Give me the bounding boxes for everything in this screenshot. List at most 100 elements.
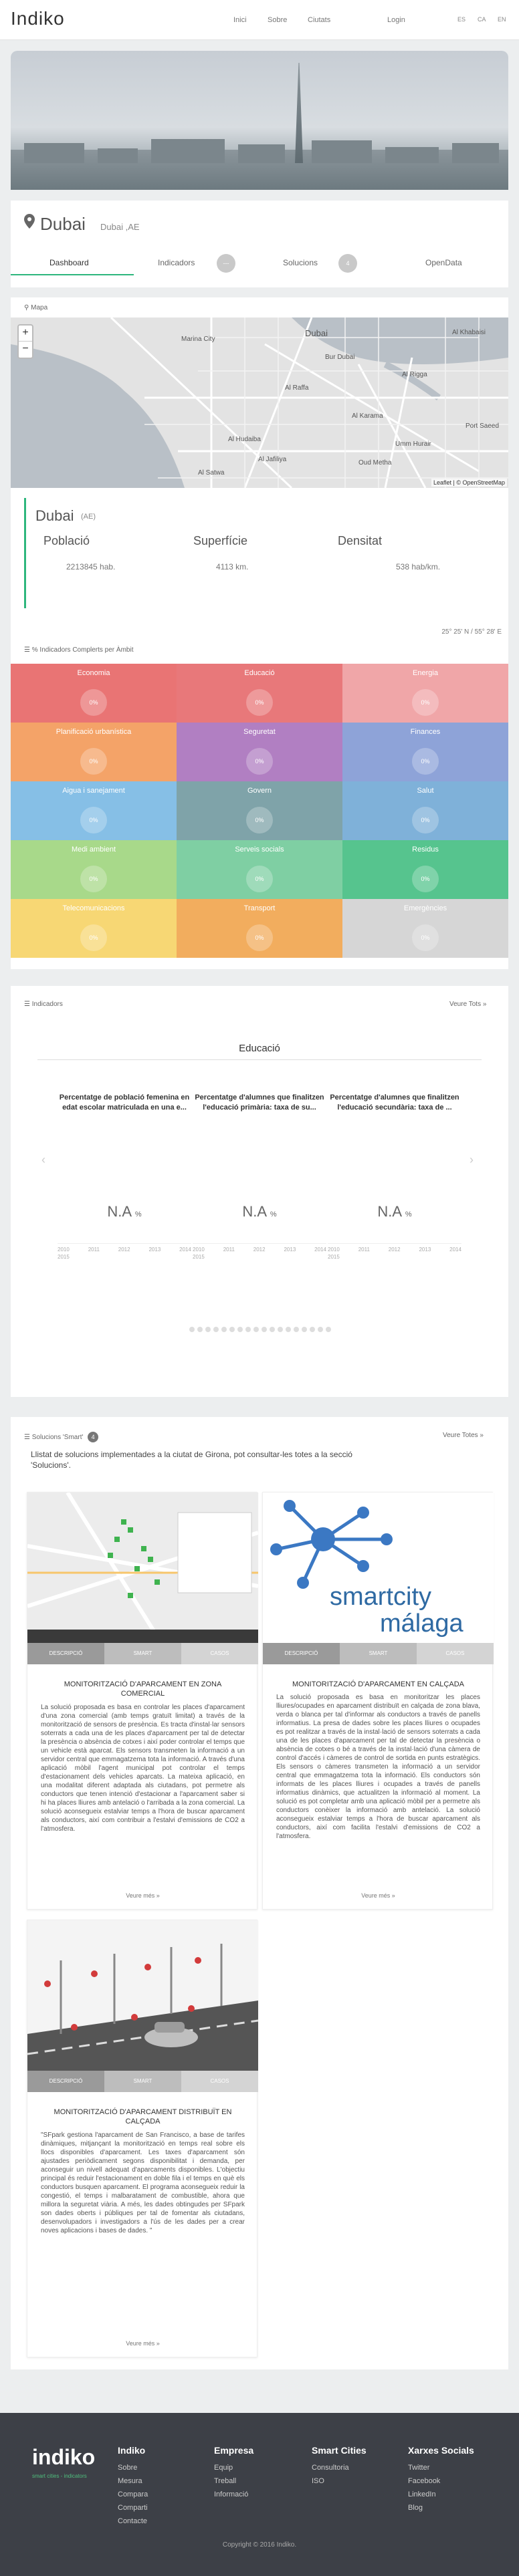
lang-es[interactable]: ES [457, 16, 465, 23]
footer-link[interactable]: Consultoria [312, 2461, 367, 2474]
area-tile[interactable]: Transport 0% [177, 899, 342, 958]
tab-solucions[interactable]: Solucions [283, 258, 318, 267]
carousel-dot[interactable] [221, 1327, 227, 1332]
footer-link[interactable]: LinkedIn [408, 2488, 474, 2501]
indicators-count-badge: --- [217, 254, 235, 273]
tag-smart[interactable]: SMART [104, 1643, 181, 1664]
carousel-dot[interactable] [326, 1327, 331, 1332]
tag-smart[interactable]: SMART [104, 2071, 181, 2092]
indicators-see-all[interactable]: Veure Tots » [449, 1001, 486, 1008]
carousel-dot[interactable] [253, 1327, 259, 1332]
svg-text:Umm Hurair: Umm Hurair [395, 440, 432, 448]
read-more-link[interactable]: Veure més » [27, 1892, 258, 1899]
area-tile[interactable]: Telecomunicacions 0% [11, 899, 177, 958]
nav-sobre[interactable]: Sobre [268, 16, 287, 24]
footer-link[interactable]: Twitter [408, 2461, 474, 2474]
footer-link[interactable]: Blog [408, 2501, 474, 2515]
indicator-column[interactable]: Percentatge d'alumnes que finalitzen l'e… [193, 1093, 326, 1126]
solution-description: La solució proposada es basa en monitori… [276, 1694, 480, 1840]
footer-link[interactable]: Compara [118, 2488, 148, 2501]
area-tile[interactable]: Seguretat 0% [177, 723, 342, 781]
footer-link[interactable]: Facebook [408, 2474, 474, 2488]
carousel-dot[interactable] [318, 1327, 323, 1332]
carousel-dot[interactable] [229, 1327, 235, 1332]
map-attribution[interactable]: Leaflet | © OpenStreetMap [431, 479, 507, 487]
lang-en[interactable]: EN [498, 16, 506, 23]
read-more-link[interactable]: Veure més » [27, 2340, 258, 2347]
solution-title: MONITORITZACIÓ D'APARCAMENT DISTRIBUÏT E… [54, 2108, 232, 2126]
footer-link[interactable]: Informació [214, 2488, 253, 2501]
footer-link[interactable]: Sobre [118, 2461, 148, 2474]
tag-description[interactable]: DESCRIPCIÓ [27, 2071, 104, 2092]
tab-indicadors[interactable]: Indicadors [158, 258, 195, 267]
tag-cases[interactable]: CASOS [181, 1643, 258, 1664]
area-tile[interactable]: Planificació urbanística 0% [11, 723, 177, 781]
city-map[interactable]: Marina City Dubai Bur Dubai Al Khabaisi … [11, 317, 508, 488]
carousel-dot[interactable] [237, 1327, 243, 1332]
area-tile[interactable]: Emergències 0% [342, 899, 508, 958]
solution-description: La solució proposada es basa en controla… [41, 1704, 245, 1833]
nav-inici[interactable]: Inici [233, 16, 247, 24]
carousel-dot[interactable] [310, 1327, 315, 1332]
solution-card[interactable]: DESCRIPCIÓ SMART CASOS MONITORITZACIÓ D'… [27, 1920, 258, 2357]
read-more-link[interactable]: Veure més » [263, 1892, 494, 1899]
indicator-value: N.A % [58, 1203, 191, 1220]
city-stats: Dubai (AE) Població Superfície Densitat … [24, 498, 492, 608]
carousel-dot[interactable] [278, 1327, 283, 1332]
footer-link[interactable]: ISO [312, 2474, 367, 2488]
indicator-column[interactable]: Percentatge d'alumnes que finalitzen l'e… [328, 1093, 461, 1126]
solution-card[interactable]: smartcity málaga DESCRIPCIÓ SMART CASOS … [262, 1492, 494, 1910]
footer-link[interactable]: Mesura [118, 2474, 148, 2488]
carousel-dot[interactable] [213, 1327, 219, 1332]
carousel-dot[interactable] [205, 1327, 211, 1332]
tag-cases[interactable]: CASOS [181, 2071, 258, 2092]
footer-link[interactable]: Contacte [118, 2515, 148, 2528]
area-tile[interactable]: Medi ambient 0% [11, 840, 177, 899]
svg-text:Al Satwa: Al Satwa [198, 469, 225, 477]
area-tile[interactable]: Residus 0% [342, 840, 508, 899]
tab-dashboard[interactable]: Dashboard [49, 258, 89, 267]
year-tick: 2013 [419, 1247, 431, 1253]
tag-cases[interactable]: CASOS [417, 1643, 494, 1664]
carousel-prev-icon[interactable]: ‹ [41, 1153, 45, 1167]
carousel-dot[interactable] [286, 1327, 291, 1332]
area-tile[interactable]: Economia 0% [11, 664, 177, 723]
tab-opendata[interactable]: OpenData [425, 258, 462, 267]
zoom-out-button[interactable]: − [19, 342, 32, 358]
footer-link[interactable]: Equip [214, 2461, 253, 2474]
area-tile[interactable]: Govern 0% [177, 781, 342, 840]
city-name: Dubai [40, 214, 86, 234]
zoom-in-button[interactable]: + [19, 326, 32, 342]
tag-description[interactable]: DESCRIPCIÓ [263, 1643, 340, 1664]
area-percent: 0% [246, 807, 273, 833]
area-tile[interactable]: Salut 0% [342, 781, 508, 840]
carousel-dot[interactable] [270, 1327, 275, 1332]
carousel-dot[interactable] [245, 1327, 251, 1332]
login-link[interactable]: Login [387, 16, 405, 24]
area-percent: 0% [80, 689, 107, 716]
lang-ca[interactable]: CA [478, 16, 486, 23]
area-tile[interactable]: Educació 0% [177, 664, 342, 723]
footer-logo[interactable]: indiko [32, 2445, 95, 2470]
solution-card[interactable]: DESCRIPCIÓ SMART CASOS MONITORITZACIÓ D'… [27, 1492, 258, 1910]
carousel-dot[interactable] [197, 1327, 203, 1332]
carousel-dot[interactable] [189, 1327, 195, 1332]
tag-smart[interactable]: SMART [340, 1643, 417, 1664]
carousel-next-icon[interactable]: › [470, 1153, 474, 1167]
nav-ciutats[interactable]: Ciutats [308, 16, 330, 24]
area-label: Educació [244, 669, 275, 677]
carousel-dot[interactable] [262, 1327, 267, 1332]
area-tile[interactable]: Serveis socials 0% [177, 840, 342, 899]
area-tile[interactable]: Finances 0% [342, 723, 508, 781]
area-tile[interactable]: Energia 0% [342, 664, 508, 723]
area-tile[interactable]: Aigua i sanejament 0% [11, 781, 177, 840]
solutions-see-all[interactable]: Veure Totes » [443, 1432, 484, 1439]
logo[interactable]: Indiko [11, 8, 65, 29]
carousel-dot[interactable] [302, 1327, 307, 1332]
indicator-column[interactable]: Percentatge de població femenina en edat… [58, 1093, 191, 1126]
footer-link[interactable]: Comparti [118, 2501, 148, 2515]
svg-text:Al Khabaisi: Al Khabaisi [452, 329, 486, 336]
footer-link[interactable]: Treball [214, 2474, 253, 2488]
carousel-dot[interactable] [294, 1327, 299, 1332]
tag-description[interactable]: DESCRIPCIÓ [27, 1643, 104, 1664]
